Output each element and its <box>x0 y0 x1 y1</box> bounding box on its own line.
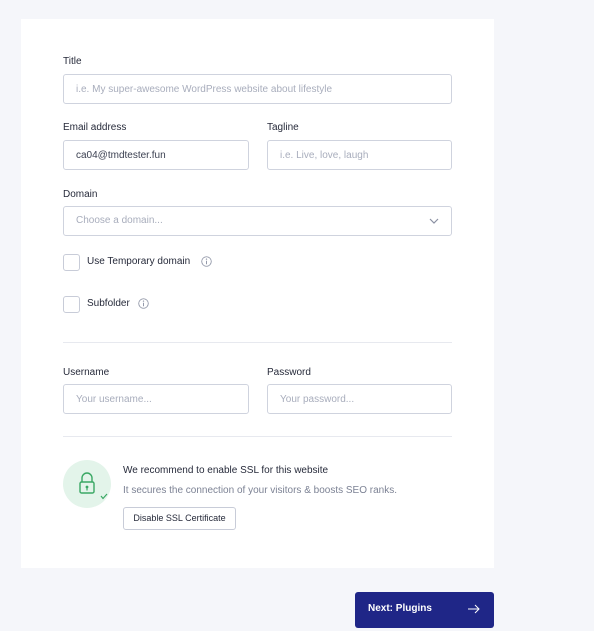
divider <box>63 436 452 437</box>
email-label: Email address <box>63 122 127 133</box>
password-input[interactable] <box>267 384 452 414</box>
next-button-label: Next: Plugins <box>368 603 432 614</box>
password-label: Password <box>267 367 311 378</box>
arrow-right-icon <box>468 604 480 614</box>
info-icon[interactable] <box>138 298 149 309</box>
divider <box>63 342 452 343</box>
username-label: Username <box>63 367 110 378</box>
subfolder-label: Subfolder <box>87 298 130 309</box>
title-label: Title <box>63 56 82 67</box>
temporary-domain-checkbox[interactable] <box>63 254 80 271</box>
lock-icon <box>79 472 108 500</box>
tagline-input[interactable] <box>267 140 452 170</box>
next-plugins-button[interactable]: Next: Plugins <box>355 592 494 628</box>
domain-select[interactable]: Choose a domain... <box>63 206 452 236</box>
ssl-icon-badge <box>63 460 111 508</box>
site-settings-card: Title Email address Tagline Domain Choos… <box>21 19 494 568</box>
tagline-label: Tagline <box>267 122 299 133</box>
domain-label: Domain <box>63 189 98 200</box>
disable-ssl-button[interactable]: Disable SSL Certificate <box>123 507 236 530</box>
temporary-domain-label: Use Temporary domain <box>87 256 191 267</box>
title-input[interactable] <box>63 74 452 104</box>
domain-select-placeholder: Choose a domain... <box>76 215 163 226</box>
email-input[interactable] <box>63 140 249 170</box>
ssl-subtitle: It secures the connection of your visito… <box>123 485 398 496</box>
chevron-down-icon <box>429 218 439 224</box>
username-input[interactable] <box>63 384 249 414</box>
ssl-title: We recommend to enable SSL for this webs… <box>123 465 329 476</box>
info-icon[interactable] <box>201 256 212 267</box>
subfolder-checkbox[interactable] <box>63 296 80 313</box>
